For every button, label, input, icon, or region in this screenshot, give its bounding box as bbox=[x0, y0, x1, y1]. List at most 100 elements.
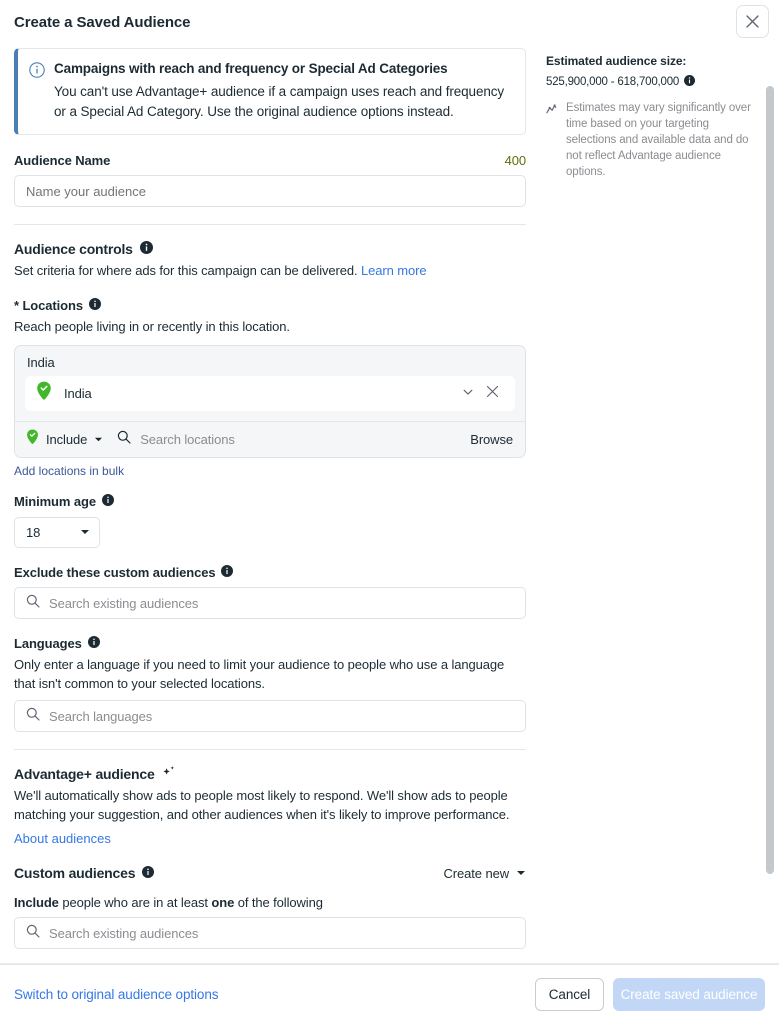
section-divider bbox=[14, 749, 526, 750]
create-saved-audience-dialog: Create a Saved Audience Campaigns with r… bbox=[0, 0, 779, 1024]
languages-helper: Only enter a language if you need to lim… bbox=[14, 657, 505, 691]
languages-label: Languages bbox=[14, 636, 526, 651]
info-filled-icon[interactable] bbox=[139, 241, 153, 257]
close-icon bbox=[486, 385, 499, 403]
estimated-audience-size-title: Estimated audience size: bbox=[546, 54, 687, 68]
sparkle-icon bbox=[162, 765, 176, 782]
location-pin-check-icon bbox=[36, 381, 52, 406]
info-filled-icon[interactable] bbox=[142, 865, 155, 881]
location-search-placeholder: Search locations bbox=[140, 432, 235, 447]
estimate-note-text: Estimates may vary significantly over ti… bbox=[566, 102, 751, 178]
add-locations-in-bulk-link[interactable]: Add locations in bulk bbox=[14, 464, 526, 478]
chevron-down-icon bbox=[80, 525, 90, 540]
info-filled-icon[interactable] bbox=[88, 298, 101, 313]
audience-name-label-row: Audience Name 400 bbox=[14, 153, 526, 168]
audience-controls-subtitle: Set criteria for where ads for this camp… bbox=[14, 261, 526, 280]
form-column: Campaigns with reach and frequency or Sp… bbox=[0, 44, 540, 964]
custom-audiences-label: Custom audiences bbox=[14, 865, 155, 881]
custom-audiences-search-input[interactable]: Search existing audiences bbox=[14, 917, 526, 949]
minimum-age-select[interactable]: 18 bbox=[14, 517, 100, 548]
chevron-down-icon bbox=[516, 866, 526, 881]
exclude-audiences-placeholder: Search existing audiences bbox=[49, 595, 199, 611]
dialog-body: Campaigns with reach and frequency or Sp… bbox=[0, 44, 779, 964]
scroll-edge-divider bbox=[0, 963, 779, 964]
advantage-audience-title: Advantage+ audience bbox=[14, 765, 526, 782]
info-circle-icon bbox=[29, 62, 45, 122]
search-icon bbox=[26, 924, 40, 943]
languages-placeholder: Search languages bbox=[49, 708, 153, 724]
locations-box: India India Include Search locations Bro… bbox=[14, 345, 526, 458]
location-chip-remove-button[interactable] bbox=[480, 385, 505, 403]
include-suffix: of the following bbox=[234, 895, 323, 910]
audience-controls-title: Audience controls bbox=[14, 241, 526, 257]
close-button[interactable] bbox=[736, 5, 769, 38]
create-saved-audience-button[interactable]: Create saved audience bbox=[613, 978, 765, 1011]
estimate-column: Estimated audience size: 525,900,000 - 6… bbox=[540, 44, 779, 964]
estimated-audience-size-row: 525,900,000 - 618,700,000 bbox=[546, 73, 759, 91]
location-group-label: India bbox=[27, 355, 55, 370]
dialog-header: Create a Saved Audience bbox=[0, 0, 779, 44]
exclude-audiences-label-text: Exclude these custom audiences bbox=[14, 565, 216, 580]
section-divider bbox=[14, 224, 526, 225]
languages-search-input[interactable]: Search languages bbox=[14, 700, 526, 732]
minimum-age-label-text: Minimum age bbox=[14, 494, 96, 509]
info-filled-icon[interactable] bbox=[101, 494, 114, 509]
notice-banner: Campaigns with reach and frequency or Sp… bbox=[14, 48, 526, 135]
search-icon bbox=[26, 707, 40, 726]
custom-audiences-include-line: Include people who are in at least one o… bbox=[14, 895, 526, 910]
custom-audiences-label-row: Custom audiences Create new bbox=[14, 865, 526, 881]
include-bold: one bbox=[211, 895, 235, 910]
locations-helper: Reach people living in or recently in th… bbox=[14, 319, 290, 334]
trend-chart-icon bbox=[546, 103, 559, 180]
exclude-audiences-label: Exclude these custom audiences bbox=[14, 565, 526, 580]
notice-title: Campaigns with reach and frequency or Sp… bbox=[54, 61, 448, 76]
switch-to-original-options-link[interactable]: Switch to original audience options bbox=[14, 987, 218, 1002]
location-search-field[interactable]: Search locations bbox=[117, 430, 470, 449]
learn-more-link[interactable]: Learn more bbox=[361, 263, 427, 278]
location-pin-check-icon bbox=[26, 429, 39, 450]
location-include-dropdown[interactable]: Include bbox=[26, 429, 103, 450]
dialog-footer: Switch to original audience options Canc… bbox=[0, 964, 779, 1024]
info-filled-icon[interactable] bbox=[87, 636, 100, 651]
locations-label-text: * Locations bbox=[14, 298, 83, 313]
location-include-label: Include bbox=[46, 432, 88, 447]
info-filled-icon[interactable] bbox=[221, 565, 234, 580]
scrollbar-thumb[interactable] bbox=[766, 86, 774, 874]
audience-controls-subtitle-text: Set criteria for where ads for this camp… bbox=[14, 263, 358, 278]
create-new-audience-dropdown[interactable]: Create new bbox=[444, 866, 526, 881]
audience-controls-title-label: Audience controls bbox=[14, 241, 133, 257]
estimated-audience-size-value: 525,900,000 - 618,700,000 bbox=[546, 76, 680, 88]
scrollbar-track[interactable] bbox=[765, 44, 777, 964]
chevron-down-icon bbox=[462, 385, 474, 403]
about-audiences-link[interactable]: About audiences bbox=[14, 831, 526, 846]
create-new-label: Create new bbox=[443, 865, 510, 881]
languages-label-text: Languages bbox=[14, 636, 82, 651]
cancel-button[interactable]: Cancel bbox=[535, 978, 604, 1011]
custom-audiences-placeholder: Search existing audiences bbox=[49, 925, 199, 941]
info-filled-icon[interactable] bbox=[684, 73, 696, 91]
footer-buttons: Cancel Create saved audience bbox=[535, 978, 765, 1011]
audience-name-input[interactable] bbox=[14, 175, 526, 207]
minimum-age-value: 18 bbox=[26, 525, 41, 540]
close-icon bbox=[746, 15, 759, 28]
advantage-audience-description: We'll automatically show ads to people m… bbox=[14, 788, 510, 822]
search-icon bbox=[26, 594, 40, 613]
advantage-audience-title-label: Advantage+ audience bbox=[14, 765, 155, 782]
locations-label: * Locations bbox=[14, 298, 526, 313]
browse-locations-button[interactable]: Browse bbox=[470, 432, 513, 447]
locations-footer: Include Search locations Browse bbox=[15, 421, 525, 457]
estimate-note-row: Estimates may vary significantly over ti… bbox=[546, 100, 759, 180]
location-chip-name: India bbox=[64, 386, 92, 401]
minimum-age-label: Minimum age bbox=[14, 494, 526, 509]
location-chip: India bbox=[25, 376, 515, 411]
character-counter: 400 bbox=[504, 153, 526, 168]
exclude-audiences-search-input[interactable]: Search existing audiences bbox=[14, 587, 526, 619]
location-chip-expand-button[interactable] bbox=[456, 385, 480, 403]
chevron-down-icon bbox=[94, 431, 103, 449]
custom-audiences-label-text: Custom audiences bbox=[14, 865, 136, 881]
page-title: Create a Saved Audience bbox=[14, 13, 191, 31]
audience-name-label: Audience Name bbox=[14, 153, 111, 168]
notice-text: You can't use Advantage+ audience if a c… bbox=[54, 84, 505, 119]
include-prefix: Include bbox=[14, 895, 59, 910]
search-icon bbox=[117, 430, 131, 449]
